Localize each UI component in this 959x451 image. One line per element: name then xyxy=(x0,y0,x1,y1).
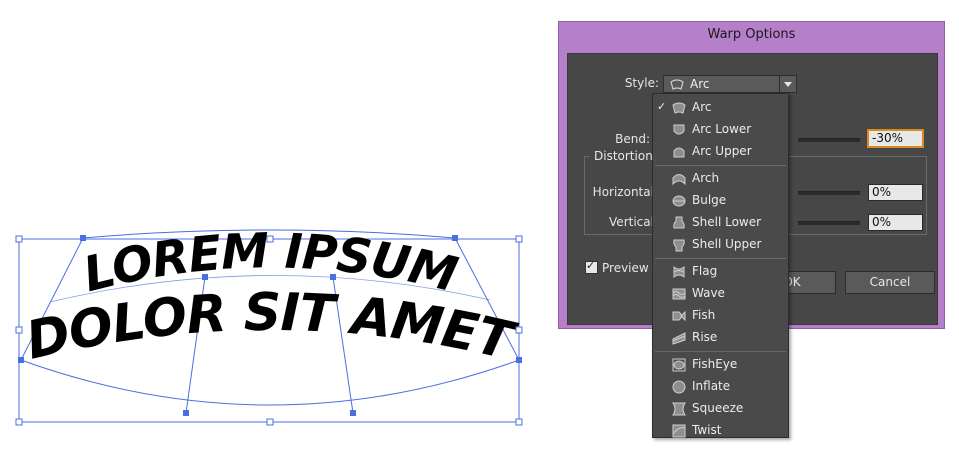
cancel-button-label: Cancel xyxy=(869,275,911,289)
bulge-icon xyxy=(672,195,686,207)
menu-item-label: Rise xyxy=(692,330,718,344)
arch-icon xyxy=(672,174,686,186)
bend-field[interactable]: -30% xyxy=(868,130,923,147)
inflate-icon xyxy=(672,380,686,394)
menu-item-shell-upper[interactable]: Shell Upper xyxy=(653,235,788,255)
rise-icon xyxy=(672,332,686,345)
menu-item-flag[interactable]: Flag xyxy=(653,262,788,282)
dialog-title: Warp Options xyxy=(707,27,796,42)
twist-icon xyxy=(672,424,686,438)
checkbox-icon[interactable] xyxy=(585,259,598,274)
distortion-legend: Distortion xyxy=(590,149,657,163)
style-label: Style: xyxy=(624,76,659,90)
menu-item-label: Arc Upper xyxy=(692,144,752,158)
menu-item-label: FishEye xyxy=(692,357,738,371)
arc-icon xyxy=(670,79,684,90)
vertical-label: Vertical: xyxy=(609,215,658,229)
bend-slider[interactable] xyxy=(798,138,860,142)
bend-label: Bend: xyxy=(615,132,650,146)
vertical-field[interactable]: 0% xyxy=(868,214,923,231)
style-dropdown-menu[interactable]: ✓ Arc Arc Lower Arc Upper Arch Bulge Shell Low… xyxy=(652,93,789,438)
warped-text-artwork[interactable]: LOREM IPSUM DOLOR SIT AMET xyxy=(0,0,540,451)
cancel-button[interactable]: Cancel xyxy=(845,271,935,294)
wave-icon xyxy=(672,288,686,300)
preview-label: Preview xyxy=(602,261,649,275)
menu-separator xyxy=(655,258,786,259)
menu-item-label: Arc Lower xyxy=(692,122,752,136)
menu-item-arc[interactable]: ✓ Arc xyxy=(653,98,788,118)
menu-item-twist[interactable]: Twist xyxy=(653,421,788,441)
menu-item-wave[interactable]: Wave xyxy=(653,284,788,304)
horizontal-field[interactable]: 0% xyxy=(868,184,923,201)
menu-item-label: Shell Upper xyxy=(692,237,762,251)
checkmark-icon: ✓ xyxy=(657,100,667,113)
shell-upper-icon xyxy=(673,239,685,252)
menu-item-fish[interactable]: Fish xyxy=(653,306,788,326)
menu-item-rise[interactable]: Rise xyxy=(653,328,788,348)
menu-item-arch[interactable]: Arch xyxy=(653,169,788,189)
menu-item-arc-upper[interactable]: Arc Upper xyxy=(653,142,788,162)
menu-item-inflate[interactable]: Inflate xyxy=(653,377,788,397)
arc-lower-icon xyxy=(673,124,685,135)
menu-item-label: Twist xyxy=(692,423,722,437)
menu-item-label: Squeeze xyxy=(692,401,744,415)
flag-icon xyxy=(673,265,685,279)
menu-item-arc-lower[interactable]: Arc Lower xyxy=(653,120,788,140)
menu-item-label: Bulge xyxy=(692,193,727,207)
horizontal-slider[interactable] xyxy=(798,191,860,195)
style-select[interactable]: Arc xyxy=(663,75,797,93)
menu-item-label: Fish xyxy=(692,308,716,322)
menu-item-label: Arch xyxy=(692,171,720,185)
menu-item-shell-lower[interactable]: Shell Lower xyxy=(653,213,788,233)
horizontal-label: Horizontal: xyxy=(592,185,658,199)
menu-item-label: Shell Lower xyxy=(692,215,762,229)
fisheye-icon xyxy=(672,358,686,372)
arc-icon xyxy=(672,102,686,114)
menu-item-fisheye[interactable]: FishEye xyxy=(653,355,788,375)
squeeze-icon xyxy=(672,402,686,416)
menu-item-squeeze[interactable]: Squeeze xyxy=(653,399,788,419)
style-select-value: Arc xyxy=(690,77,710,91)
menu-item-label: Arc xyxy=(692,100,712,114)
menu-item-label: Inflate xyxy=(692,379,731,393)
menu-item-label: Flag xyxy=(692,264,718,278)
arc-upper-icon xyxy=(673,147,685,158)
menu-separator xyxy=(655,351,786,352)
shell-lower-icon xyxy=(673,216,685,229)
vertical-slider[interactable] xyxy=(798,221,860,225)
fish-icon xyxy=(672,310,686,322)
chevron-down-icon[interactable] xyxy=(779,76,796,92)
menu-item-label: Wave xyxy=(692,286,725,300)
preview-checkbox[interactable]: Preview xyxy=(585,259,649,275)
menu-item-bulge[interactable]: Bulge xyxy=(653,191,788,211)
menu-separator xyxy=(655,165,786,166)
